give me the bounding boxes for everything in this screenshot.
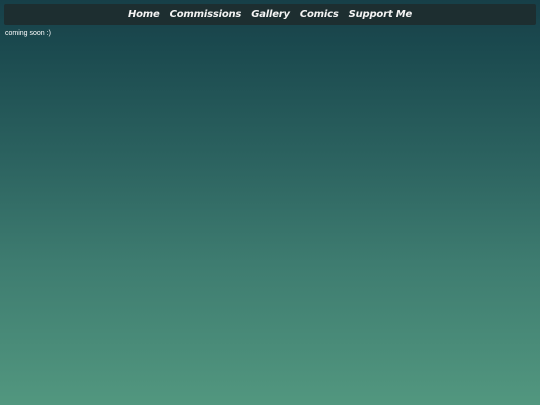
nav-item-comics[interactable]: Comics [300, 9, 339, 20]
nav-item-commissions[interactable]: Commissions [170, 9, 242, 20]
nav-item-gallery[interactable]: Gallery [251, 9, 290, 20]
nav-menu: Home Commissions Gallery Comics Support … [128, 9, 412, 20]
coming-soon-message: coming soon :) [5, 30, 51, 37]
nav-item-home[interactable]: Home [128, 9, 160, 20]
nav-item-support-me[interactable]: Support Me [349, 9, 413, 20]
top-navbar: Home Commissions Gallery Comics Support … [4, 4, 536, 25]
